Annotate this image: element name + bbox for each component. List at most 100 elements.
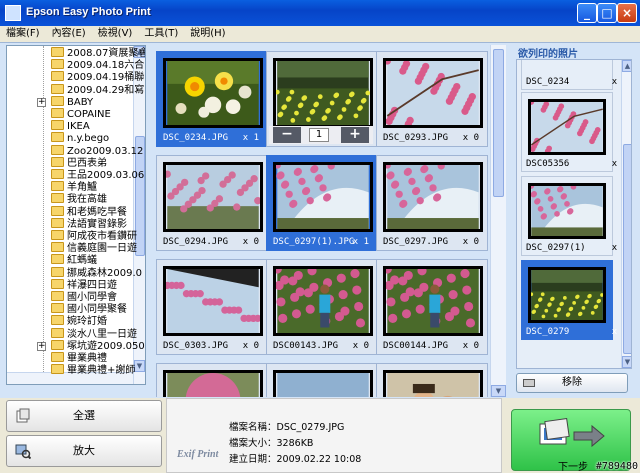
print-list-item[interactable]: DSC_0279 x 1 <box>521 260 628 340</box>
photo-filename: DSC_0303.JPG <box>163 341 229 351</box>
photo-thumbnail <box>383 266 483 336</box>
tree-item[interactable]: n.y.bego <box>51 132 109 144</box>
print-list-filename: DSC_0234 <box>526 77 570 87</box>
tree-item[interactable]: 信義庭園一日遊 <box>51 242 137 254</box>
photo-thumbnail <box>383 58 483 128</box>
print-list-thumbnail <box>528 267 606 323</box>
tree-item-label: 婉玲訂婚 <box>67 316 107 328</box>
scroll-down-arrow-icon[interactable]: ▼ <box>134 360 145 372</box>
photo-card[interactable]: DSC_0234.JPG x 1 <box>156 51 268 147</box>
print-list-item[interactable]: DSC_0234 x 1 <box>521 60 628 90</box>
expand-toggle-icon[interactable]: + <box>37 97 46 107</box>
folder-icon <box>51 108 64 118</box>
print-list-item[interactable]: DSC_0297(1) x 1 <box>521 176 628 256</box>
photo-filename: DSC_0297.JPG <box>383 237 449 247</box>
tree-item[interactable]: 挪威森林2009.0 <box>51 266 142 279</box>
select-all-icon <box>16 408 30 423</box>
folder-icon <box>51 242 64 253</box>
tree-item[interactable]: Zoo2009.03.12 <box>51 144 144 157</box>
grid-vertical-scrollbar[interactable]: ▼ <box>490 45 506 397</box>
folder-tree[interactable]: ▲ ▼ 2008.07資展聚會 2009.04.18六合 2009.04.19桶聯 2… <box>6 45 146 385</box>
photo-card[interactable]: DSC_0293.JPG x 0 <box>376 51 488 147</box>
print-list-scrollbar[interactable]: ▲ ▼ <box>621 60 631 368</box>
print-list[interactable]: DSC_0279 x 1 DSC_0297(1) x 1 DSC05356 x 1 DSC_… <box>516 59 632 369</box>
photo-card[interactable]: DSC_0294.JPG x 0 <box>156 155 268 251</box>
folder-icon <box>51 144 64 155</box>
tree-item[interactable]: 巴西表弟 <box>51 156 107 169</box>
minimize-button[interactable]: _ <box>577 3 597 23</box>
tree-item[interactable]: 國小同學聚餐 <box>51 303 127 315</box>
select-all-button[interactable]: 全選 <box>6 400 162 432</box>
quantity-value[interactable]: 1 <box>309 128 329 142</box>
tree-item[interactable]: 王品2009.03.06 <box>51 169 144 181</box>
photo-card[interactable] <box>156 363 268 397</box>
tree-item[interactable]: 和老媽吃早餐 <box>51 205 127 218</box>
tree-item[interactable]: + BABY <box>37 95 93 108</box>
photo-card[interactable]: DSC_0297(1).JPG x 1 <box>266 155 378 251</box>
photo-card[interactable]: DSC_0297.JPG x 0 <box>376 155 488 251</box>
print-list-scroll-up-arrow-icon[interactable]: ▲ <box>622 60 631 72</box>
print-list-item[interactable]: DSC05356 x 1 <box>521 92 628 172</box>
print-next-arrow-icon <box>539 418 605 448</box>
menu-view[interactable]: 檢視(V) <box>92 26 139 42</box>
photo-grid[interactable]: DSC_0234.JPG x 1−1 + DSC_0293.JPG x 0 DSC_029… <box>152 45 508 397</box>
photo-card[interactable]: DSC_0303.JPG x 0 <box>156 259 268 355</box>
tree-item[interactable]: 祥瀑四日遊 <box>51 278 117 291</box>
tree-item[interactable]: 我在高雄 <box>51 193 107 205</box>
tree-item[interactable]: COPAINE <box>51 108 111 120</box>
tree-item-label: Zoo2009.03.12 <box>67 145 144 157</box>
tree-item-label: 淡水八里一日遊 <box>67 328 137 340</box>
zoom-button[interactable]: 放大 <box>6 435 162 467</box>
tree-item[interactable]: 2009.04.18六合 <box>51 59 144 71</box>
file-name-label: 檔案名稱： <box>229 422 277 433</box>
tree-item[interactable]: IKEA <box>51 120 90 132</box>
tree-item[interactable]: 2009.04.19桶聯 <box>51 71 144 83</box>
tree-item[interactable]: 阿成夜市看鑽研 <box>51 230 137 242</box>
photo-card[interactable]: DSC00144.JPG x 0 <box>376 259 488 355</box>
photo-thumbnail <box>273 58 373 128</box>
grid-scroll-thumb[interactable] <box>493 49 504 197</box>
tree-item[interactable]: 淡水八里一日遊 <box>51 327 137 340</box>
tree-item[interactable]: 畢業典禮+謝師 <box>51 364 135 376</box>
menu-file[interactable]: 檔案(F) <box>0 26 46 42</box>
photo-card[interactable]: −1 + <box>266 51 378 147</box>
quantity-stepper[interactable]: −1 + <box>269 126 373 144</box>
tree-item-label: 國小同學會 <box>67 292 117 303</box>
menu-help[interactable]: 說明(H) <box>184 26 231 42</box>
remove-icon <box>523 379 535 387</box>
file-date-value: 2009.02.22 10:08 <box>276 454 362 465</box>
photo-card[interactable]: DSC00143.JPG x 0 <box>266 259 378 355</box>
close-button[interactable]: × <box>617 3 637 23</box>
tree-item[interactable]: 畢業典禮 <box>51 352 107 364</box>
remove-label: 移除 <box>562 377 582 388</box>
expand-toggle-icon[interactable]: + <box>37 341 46 351</box>
print-list-scroll-down-arrow-icon[interactable]: ▼ <box>622 356 631 368</box>
tree-item[interactable]: 國小同學會 <box>51 291 117 303</box>
tree-item[interactable]: 2008.07資展聚會 <box>51 47 145 59</box>
tree-item[interactable]: 法語實習錄影 <box>51 217 127 230</box>
grid-scroll-down-arrow-icon[interactable]: ▼ <box>491 385 506 397</box>
menu-tools[interactable]: 工具(T) <box>138 26 184 42</box>
remove-button[interactable]: 移除 <box>516 373 628 393</box>
tree-item[interactable]: 羊角鱸 <box>51 181 97 193</box>
menu-edit[interactable]: 內容(E) <box>46 26 92 42</box>
folder-icon <box>51 156 64 167</box>
tree-item-label: 信義庭園一日遊 <box>67 243 137 255</box>
photo-card[interactable] <box>376 363 488 397</box>
tree-item-label: n.y.bego <box>67 133 110 145</box>
tree-item[interactable]: 婉玲訂婚 <box>51 315 107 327</box>
menu-bar: 檔案(F) 內容(E) 檢視(V) 工具(T) 說明(H) <box>0 26 640 42</box>
print-list-scroll-thumb[interactable] <box>623 144 631 354</box>
increase-button[interactable]: + <box>341 127 369 143</box>
tree-item[interactable]: + 塚坑遊2009.050 <box>37 339 145 352</box>
photo-card[interactable] <box>266 363 378 397</box>
photo-print-count: x 0 <box>462 133 479 143</box>
folder-icon <box>51 83 64 94</box>
maximize-button[interactable]: □ <box>597 3 617 23</box>
decrease-button[interactable]: − <box>273 127 301 143</box>
tree-item[interactable]: 紅螞蟻 <box>51 254 97 266</box>
tree-item[interactable]: 2009.04.29和寫 <box>51 83 144 96</box>
folder-icon <box>51 364 64 375</box>
print-list-title: 欲列印的照片 <box>518 49 578 60</box>
folder-icon <box>51 59 64 70</box>
